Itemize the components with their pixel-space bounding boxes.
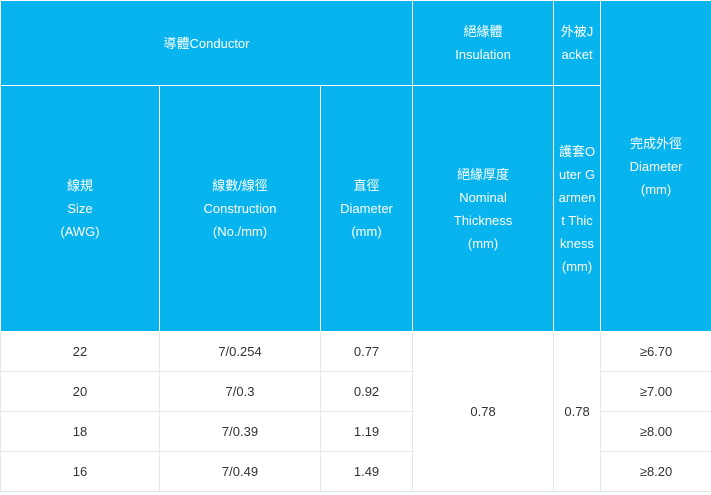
conductor-header: 導體Conductor (0, 0, 414, 86)
header-row-1: 導體Conductor 絕緣體 Insulation 外被Jacket 完成外徑… (0, 0, 711, 332)
table-row: 16 7/0.49 1.49 ≥8.20 (0, 451, 711, 492)
table-row: 22 7/0.254 0.77 0.78 0.78 ≥6.70 (0, 331, 711, 492)
construction-header-unit: (No./mm) (212, 224, 268, 239)
size-header-en: Size (67, 201, 93, 216)
spec-table: 導體Conductor 絕緣體 Insulation 外被Jacket 完成外徑… (0, 0, 711, 492)
size-cell: 16 (0, 451, 160, 492)
construction-header-zh: 線數/線徑 (212, 178, 268, 193)
outer-diameter-cell: ≥6.70 (600, 331, 711, 372)
outer-diameter-cell: ≥8.00 (600, 411, 711, 452)
nominal-thickness-en1: Nominal (459, 189, 507, 205)
outer-diameter-cell: ≥7.00 (600, 371, 711, 412)
diameter-cell: 1.49 (319, 451, 414, 492)
construction-cell: 7/0.39 (159, 411, 321, 452)
jacket-thickness-cell: 0.78 (553, 331, 602, 492)
table-row: 20 7/0.3 0.92 ≥7.00 (0, 371, 711, 412)
size-header-unit: (AWG) (60, 224, 100, 239)
construction-cell: 7/0.3 (159, 371, 321, 412)
size-cell: 20 (0, 371, 160, 412)
size-cell: 22 (0, 331, 160, 372)
conductor-diameter-unit: (mm) (351, 224, 382, 239)
insulation-header-en: Insulation (455, 47, 511, 62)
nominal-thickness-header: 絕緣厚度 Nominal Thickness (mm) (412, 85, 555, 332)
finished-diameter-en: Diameter (629, 158, 683, 174)
conductor-diameter-en: Diameter (340, 201, 393, 216)
diameter-cell: 0.77 (319, 331, 414, 372)
size-header: 線規 Size (AWG) (0, 85, 160, 332)
construction-header-en: Construction (203, 201, 277, 216)
finished-diameter-unit: (mm) (640, 181, 672, 197)
conductor-diameter-header: 直徑 Diameter (mm) (319, 85, 414, 332)
nominal-thickness-zh: 絕緣厚度 (457, 166, 510, 182)
nominal-thickness-en2: Thickness (453, 212, 513, 228)
construction-cell: 7/0.49 (159, 451, 321, 492)
nominal-thickness-unit: (mm) (467, 235, 499, 251)
finished-diameter-zh: 完成外徑 (630, 135, 683, 151)
size-header-zh: 線規 (66, 178, 93, 193)
conductor-diameter-zh: 直徑 (353, 178, 380, 193)
table-row: 18 7/0.39 1.19 ≥8.00 (0, 411, 711, 452)
construction-cell: 7/0.254 (159, 331, 321, 372)
outer-diameter-cell: ≥8.20 (600, 451, 711, 492)
finished-diameter-header: 完成外徑 Diameter (mm) (600, 0, 711, 332)
insulation-header-zh: 絕緣體 (463, 24, 503, 39)
construction-header: 線數/線徑 Construction (No./mm) (159, 85, 321, 332)
outer-thickness-header: 護套Outer Garment Thickness(mm) (553, 85, 602, 332)
size-cell: 18 (0, 411, 160, 452)
jacket-header: 外被Jacket (553, 0, 602, 86)
diameter-cell: 1.19 (319, 411, 414, 452)
diameter-cell: 0.92 (319, 371, 414, 412)
insulation-header: 絕緣體 Insulation (412, 0, 555, 86)
insulation-thickness-cell: 0.78 (412, 331, 555, 492)
